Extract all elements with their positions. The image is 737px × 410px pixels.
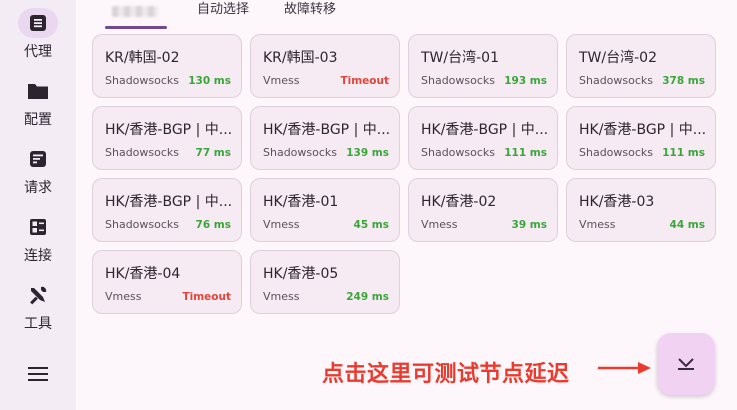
node-name: HK/香港-02: [421, 194, 497, 210]
node-name: HK/香港-BGP | 中...: [105, 194, 233, 210]
node-name: HK/香港-BGP | 中...: [579, 122, 707, 138]
node-delay: 378 ms: [662, 75, 705, 87]
node-name: HK/香港-01: [263, 194, 339, 210]
tab-auto-select[interactable]: 自动选择: [197, 0, 249, 24]
node-name: HK/香港-04: [105, 266, 181, 282]
sidebar: 代理 配置 请求 连接 工具: [0, 0, 76, 410]
node-protocol: Shadowsocks: [421, 146, 496, 159]
node-protocol: Vmess: [263, 290, 300, 303]
tab-current-group-blurred[interactable]: [112, 6, 158, 17]
annotation-text: 点击这里可测试节点延迟: [322, 362, 570, 387]
tab-failover[interactable]: 故障转移: [284, 0, 336, 24]
node-name: TW/台湾-01: [421, 50, 499, 66]
node-protocol: Shadowsocks: [105, 74, 180, 87]
menu-icon: [28, 367, 48, 381]
connection-icon: [18, 212, 58, 242]
node-protocol: Shadowsocks: [105, 146, 180, 159]
node-card[interactable]: TW/台湾-02 Shadowsocks 378 ms: [566, 34, 716, 98]
node-name: HK/香港-05: [263, 266, 339, 282]
sidebar-item-connection[interactable]: 连接: [0, 212, 76, 272]
node-card[interactable]: KR/韩国-02 Shadowsocks 130 ms: [92, 34, 242, 98]
node-card[interactable]: HK/香港-04 Vmess Timeout: [92, 250, 242, 314]
node-card[interactable]: TW/台湾-01 Shadowsocks 193 ms: [408, 34, 558, 98]
node-name: HK/香港-BGP | 中...: [263, 122, 391, 138]
sidebar-item-proxy[interactable]: 代理: [0, 8, 76, 68]
node-name: TW/台湾-02: [579, 50, 657, 66]
node-protocol: Vmess: [579, 218, 616, 231]
node-protocol: Vmess: [421, 218, 458, 231]
app-window: 代理 配置 请求 连接 工具 自动选择 故障转移 KR/韩国-02 Shadow…: [0, 0, 737, 410]
node-delay: 44 ms: [669, 219, 705, 231]
node-delay: 111 ms: [504, 147, 547, 159]
node-name: KR/韩国-03: [263, 50, 338, 66]
node-protocol: Vmess: [105, 290, 142, 303]
node-delay: Timeout: [182, 291, 231, 303]
node-protocol: Shadowsocks: [263, 146, 338, 159]
node-card[interactable]: HK/香港-BGP | 中... Shadowsocks 111 ms: [566, 106, 716, 170]
node-delay: 193 ms: [504, 75, 547, 87]
sidebar-item-label: 配置: [24, 112, 52, 128]
node-card[interactable]: KR/韩国-03 Vmess Timeout: [250, 34, 400, 98]
tools-icon: [18, 280, 58, 310]
node-delay: 39 ms: [511, 219, 547, 231]
sidebar-item-label: 代理: [24, 44, 52, 60]
request-icon: [18, 144, 58, 174]
sidebar-item-label: 连接: [24, 248, 52, 264]
sidebar-item-label: 工具: [24, 316, 52, 332]
node-card[interactable]: HK/香港-02 Vmess 39 ms: [408, 178, 558, 242]
node-card[interactable]: HK/香港-03 Vmess 44 ms: [566, 178, 716, 242]
node-name: KR/韩国-02: [105, 50, 180, 66]
node-protocol: Shadowsocks: [579, 146, 654, 159]
node-card[interactable]: HK/香港-BGP | 中... Shadowsocks 139 ms: [250, 106, 400, 170]
latency-test-button[interactable]: [657, 333, 715, 395]
node-delay: 249 ms: [346, 291, 389, 303]
node-card[interactable]: HK/香港-05 Vmess 249 ms: [250, 250, 400, 314]
node-protocol: Shadowsocks: [105, 218, 180, 231]
latency-test-icon: [678, 358, 694, 370]
node-protocol: Vmess: [263, 218, 300, 231]
node-protocol: Shadowsocks: [579, 74, 654, 87]
sidebar-item-request[interactable]: 请求: [0, 144, 76, 204]
node-name: HK/香港-BGP | 中...: [421, 122, 549, 138]
sidebar-item-tools[interactable]: 工具: [0, 280, 76, 340]
menu-button[interactable]: [23, 362, 53, 386]
node-delay: 45 ms: [353, 219, 389, 231]
sidebar-item-label: 请求: [24, 180, 52, 196]
node-protocol: Shadowsocks: [421, 74, 496, 87]
node-delay: 111 ms: [662, 147, 705, 159]
node-name: HK/香港-03: [579, 194, 655, 210]
node-card[interactable]: HK/香港-01 Vmess 45 ms: [250, 178, 400, 242]
tab-active-indicator: [105, 26, 167, 29]
sidebar-item-config[interactable]: 配置: [0, 76, 76, 136]
node-delay: 130 ms: [188, 75, 231, 87]
folder-icon: [18, 76, 58, 106]
node-card[interactable]: HK/香港-BGP | 中... Shadowsocks 76 ms: [92, 178, 242, 242]
node-card[interactable]: HK/香港-BGP | 中... Shadowsocks 111 ms: [408, 106, 558, 170]
node-delay: 139 ms: [346, 147, 389, 159]
node-delay: Timeout: [340, 75, 389, 87]
node-delay: 77 ms: [195, 147, 231, 159]
group-tabs: 自动选择 故障转移: [76, 0, 737, 29]
node-protocol: Vmess: [263, 74, 300, 87]
arrow-icon: [598, 362, 651, 374]
node-delay: 76 ms: [195, 219, 231, 231]
node-card[interactable]: HK/香港-BGP | 中... Shadowsocks 77 ms: [92, 106, 242, 170]
proxy-icon: [18, 8, 58, 38]
node-name: HK/香港-BGP | 中...: [105, 122, 233, 138]
